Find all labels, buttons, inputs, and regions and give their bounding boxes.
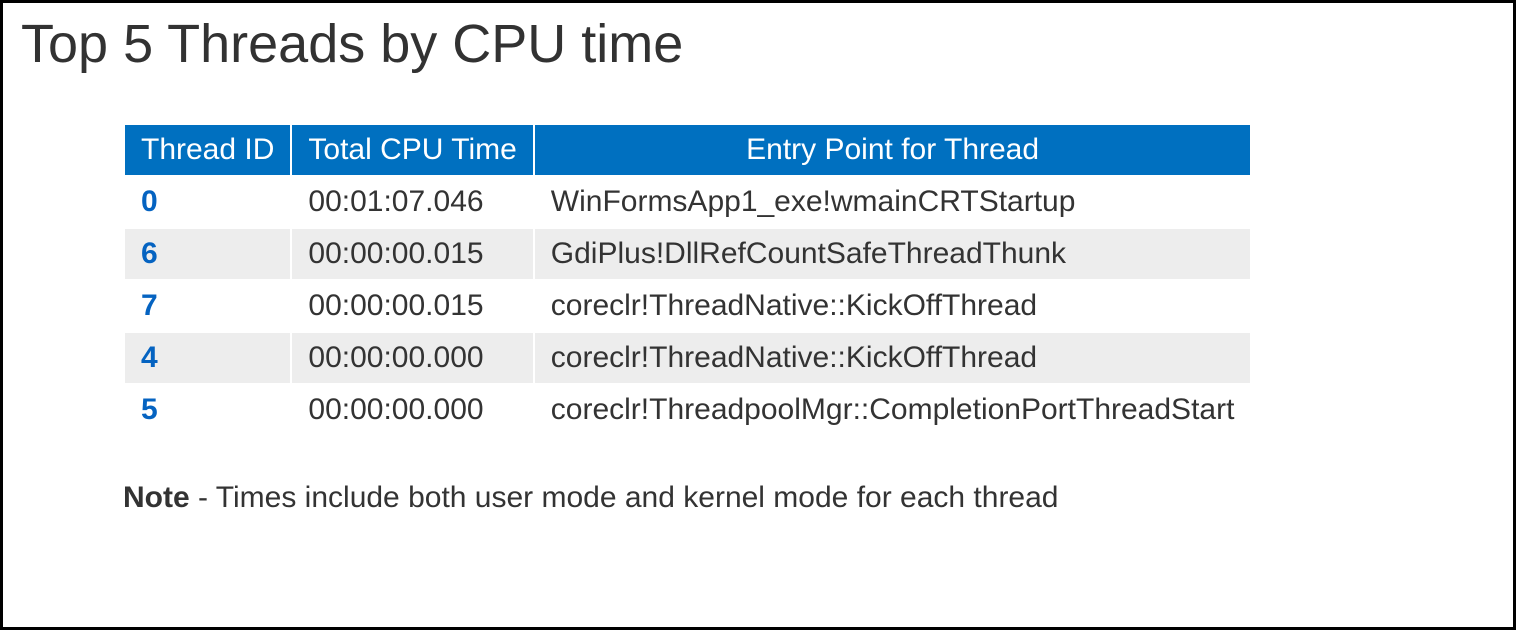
thread-id-link[interactable]: 6 <box>124 228 291 280</box>
threads-table: Thread ID Total CPU Time Entry Point for… <box>123 123 1252 437</box>
cpu-time-cell: 00:00:00.015 <box>291 280 533 332</box>
cpu-time-cell: 00:00:00.000 <box>291 332 533 384</box>
table-header-row: Thread ID Total CPU Time Entry Point for… <box>124 124 1251 176</box>
thread-id-link[interactable]: 4 <box>124 332 291 384</box>
header-cpu-time: Total CPU Time <box>291 124 533 176</box>
table-row: 0 00:01:07.046 WinFormsApp1_exe!wmainCRT… <box>124 176 1251 228</box>
cpu-time-cell: 00:01:07.046 <box>291 176 533 228</box>
entry-point-cell: coreclr!ThreadpoolMgr::CompletionPortThr… <box>534 384 1252 436</box>
cpu-time-cell: 00:00:00.000 <box>291 384 533 436</box>
entry-point-cell: GdiPlus!DllRefCountSafeThreadThunk <box>534 228 1252 280</box>
header-thread-id: Thread ID <box>124 124 291 176</box>
threads-table-wrapper: Thread ID Total CPU Time Entry Point for… <box>123 123 1475 437</box>
thread-id-link[interactable]: 0 <box>124 176 291 228</box>
cpu-time-cell: 00:00:00.015 <box>291 228 533 280</box>
page-title: Top 5 Threads by CPU time <box>21 13 1495 75</box>
header-entry-point: Entry Point for Thread <box>534 124 1252 176</box>
table-row: 7 00:00:00.015 coreclr!ThreadNative::Kic… <box>124 280 1251 332</box>
thread-id-link[interactable]: 5 <box>124 384 291 436</box>
entry-point-cell: coreclr!ThreadNative::KickOffThread <box>534 332 1252 384</box>
thread-id-link[interactable]: 7 <box>124 280 291 332</box>
table-row: 5 00:00:00.000 coreclr!ThreadpoolMgr::Co… <box>124 384 1251 436</box>
table-row: 6 00:00:00.015 GdiPlus!DllRefCountSafeTh… <box>124 228 1251 280</box>
entry-point-cell: coreclr!ThreadNative::KickOffThread <box>534 280 1252 332</box>
note-body: - Times include both user mode and kerne… <box>190 481 1059 514</box>
note-label: Note <box>123 481 190 514</box>
table-row: 4 00:00:00.000 coreclr!ThreadNative::Kic… <box>124 332 1251 384</box>
entry-point-cell: WinFormsApp1_exe!wmainCRTStartup <box>534 176 1252 228</box>
note-text: Note - Times include both user mode and … <box>123 481 1495 515</box>
